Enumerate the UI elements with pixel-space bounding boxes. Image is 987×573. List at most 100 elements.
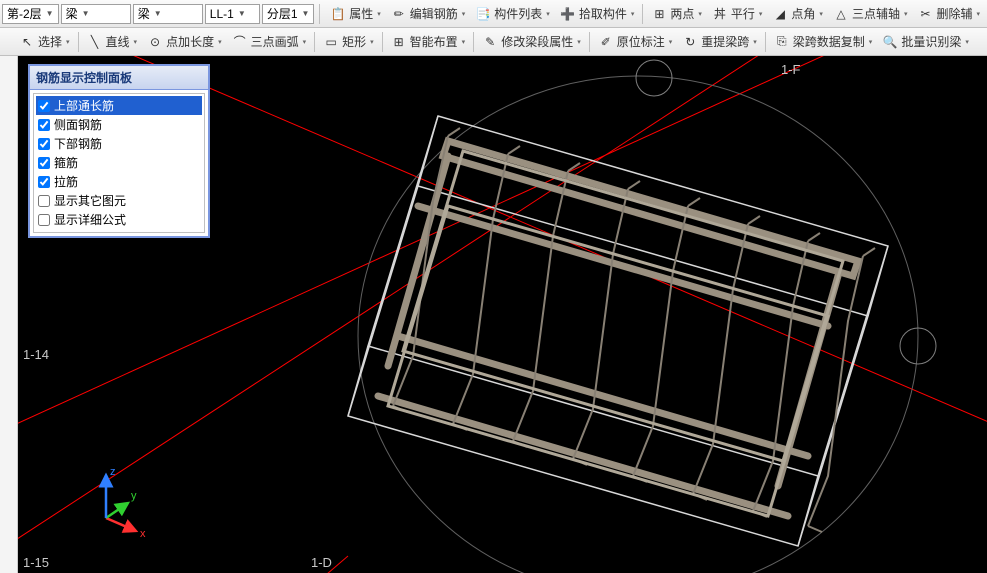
view-gizmo[interactable]: x y z [78,463,158,543]
panel-item-4[interactable]: 拉筋 [36,172,202,191]
separator [314,32,315,52]
tb-修改梁段属性-button[interactable]: ✎修改梁段属性▾ [477,31,586,53]
panel-item-1[interactable]: 侧面钢筋 [36,115,202,134]
chevron-down-icon: ▼ [82,9,90,18]
panel-checkbox[interactable] [38,119,50,131]
tb-智能布置-button[interactable]: ⊞智能布置▾ [386,31,471,53]
beam-wireframe [348,116,888,546]
button-label: 删除辅 [936,5,972,22]
button-label: 三点画弧 [251,33,299,50]
button-label: 属性 [349,5,373,22]
tb-删除辅-button[interactable]: ✂删除辅▾ [912,3,985,25]
重提梁跨-icon: ↻ [682,34,698,50]
button-label: 修改梁段属性 [501,33,573,50]
panel-checkbox[interactable] [38,157,50,169]
category-value: 梁 [66,5,78,22]
原位标注-icon: ✐ [598,34,614,50]
button-label: 平行 [731,5,755,22]
layer-value: 分层1 [267,5,298,22]
viewport-container: 钢筋显示控制面板 上部通长筋侧面钢筋下部钢筋箍筋拉筋显示其它图元显示详细公式 [0,56,987,573]
panel-item-5[interactable]: 显示其它图元 [36,191,202,210]
ruler-left [0,56,18,573]
panel-checkbox[interactable] [38,100,50,112]
tb-原位标注-button[interactable]: ✐原位标注 ▾ [593,31,678,53]
tb-三点辅轴-button[interactable]: △三点辅轴▾ [828,3,913,25]
panel-item-label: 拉筋 [54,173,78,190]
button-label: 点角 [791,5,815,22]
panel-item-3[interactable]: 箍筋 [36,153,202,172]
矩形-icon: ▭ [323,34,339,50]
separator [78,32,79,52]
点角-icon: ◢ [772,6,788,22]
layer-dropdown[interactable]: 分层1 ▼ [262,4,315,24]
点加长度-icon: ⊙ [147,34,163,50]
button-label: 原位标注 [617,33,665,50]
viewport-3d[interactable]: 钢筋显示控制面板 上部通长筋侧面钢筋下部钢筋箍筋拉筋显示其它图元显示详细公式 [18,56,987,573]
chevron-down-icon: ▾ [819,10,823,18]
button-label: 智能布置 [410,33,458,50]
tb-选择-button[interactable]: ↖选择▾ [14,31,75,53]
chevron-down-icon: ▾ [546,10,550,18]
button-label: 拾取构件 [579,5,627,22]
tb-编辑钢筋-button[interactable]: ✏编辑钢筋▾ [386,3,471,25]
panel-item-6[interactable]: 显示详细公式 [36,210,202,229]
panel-item-label: 下部钢筋 [54,135,102,152]
panel-checkbox[interactable] [38,138,50,150]
separator [642,4,643,24]
category-dropdown[interactable]: 梁 ▼ [61,4,131,24]
toolbar-primary: 第-2层 ▼ 梁 ▼ 梁 ▼ LL-1 ▼ 分层1 ▼ 📋属性▾✏编辑钢筋▾📑构… [0,0,987,28]
gizmo-x-label: x [140,528,146,540]
panel-checkbox[interactable] [38,176,50,188]
tb-梁跨数据复制-button[interactable]: ⎘梁跨数据复制▾ [769,31,878,53]
tb-平行-button[interactable]: 丼平行▾ [707,3,768,25]
panel-checkbox[interactable] [38,214,50,226]
tb-点角-button[interactable]: ◢点角 ▾ [767,3,828,25]
type-dropdown[interactable]: 梁 ▼ [133,4,203,24]
tb-点加长度-button[interactable]: ⊙点加长度▾ [142,31,227,53]
gizmo-x-axis [106,518,136,531]
chevron-down-icon: ▼ [46,9,54,18]
floor-dropdown[interactable]: 第-2层 ▼ [2,4,59,24]
panel-body: 上部通长筋侧面钢筋下部钢筋箍筋拉筋显示其它图元显示详细公式 [33,93,205,233]
panel-item-label: 显示其它图元 [54,192,126,209]
tb-两点-button[interactable]: ⊞两点▾ [646,3,707,25]
chevron-down-icon: ▾ [698,10,702,18]
chevron-down-icon: ▾ [976,10,980,18]
chevron-down-icon: ▾ [753,38,757,46]
chevron-down-icon: ▾ [869,38,873,46]
chevron-down-icon: ▾ [303,38,307,46]
rebar-display-panel[interactable]: 钢筋显示控制面板 上部通长筋侧面钢筋下部钢筋箍筋拉筋显示其它图元显示详细公式 [28,64,210,238]
平行-icon: 丼 [712,6,728,22]
tb-批量识别梁-button[interactable]: 🔍批量识别梁▾ [877,31,974,53]
panel-item-2[interactable]: 下部钢筋 [36,134,202,153]
梁跨数据复制-icon: ⎘ [774,34,790,50]
tb-直线-button[interactable]: ╲直线▾ [82,31,143,53]
chevron-down-icon: ▾ [462,38,466,46]
tb-拾取构件-button[interactable]: ➕拾取构件▾ [555,3,640,25]
tb-重提梁跨-button[interactable]: ↻重提梁跨▾ [677,31,762,53]
修改梁段属性-icon: ✎ [482,34,498,50]
separator [382,32,383,52]
chevron-down-icon: ▾ [66,38,70,46]
选择-icon: ↖ [19,34,35,50]
构件列表-icon: 📑 [475,6,491,22]
tb-三点画弧-button[interactable]: ⌒三点画弧▾ [227,31,312,53]
handle-circle [636,60,672,96]
chevron-down-icon: ▾ [134,38,138,46]
panel-checkbox[interactable] [38,195,50,207]
tb-矩形-button[interactable]: ▭矩形▾ [318,31,379,53]
chevron-down-icon: ▾ [370,38,374,46]
button-label: 三点辅轴 [852,5,900,22]
member-dropdown[interactable]: LL-1 ▼ [205,4,260,24]
tb-构件列表-button[interactable]: 📑构件列表▾ [470,3,555,25]
panel-item-0[interactable]: 上部通长筋 [36,96,202,115]
chevron-down-icon: ▾ [631,10,635,18]
panel-item-label: 侧面钢筋 [54,116,102,133]
panel-item-label: 箍筋 [54,154,78,171]
panel-title: 钢筋显示控制面板 [30,66,208,90]
chevron-down-icon: ▾ [669,38,673,46]
panel-item-label: 上部通长筋 [54,97,114,114]
type-value: 梁 [138,5,150,22]
tb-属性-button[interactable]: 📋属性▾ [325,3,386,25]
三点辅轴-icon: △ [833,6,849,22]
